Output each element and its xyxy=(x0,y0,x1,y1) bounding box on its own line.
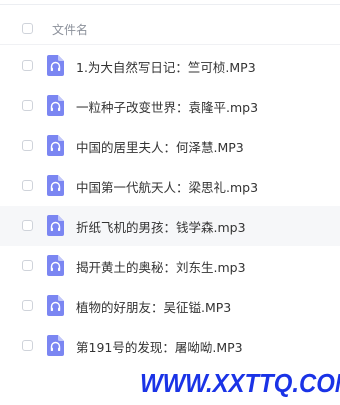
file-row-checkbox[interactable] xyxy=(22,140,33,151)
top-divider xyxy=(0,4,340,5)
audio-file-icon xyxy=(47,255,64,276)
file-row-checkbox[interactable] xyxy=(22,260,33,271)
file-row-checkbox[interactable] xyxy=(22,60,33,71)
file-name[interactable]: 植物的好朋友：吴征镒.MP3 xyxy=(76,297,231,316)
file-row-checkbox[interactable] xyxy=(22,340,33,351)
file-row[interactable]: 揭开黄土的奥秘：刘东生.mp3 xyxy=(0,246,340,286)
audio-file-icon xyxy=(47,135,64,156)
audio-file-icon xyxy=(47,335,64,356)
file-name[interactable]: 1.为大自然写日记：竺可桢.MP3 xyxy=(76,57,256,76)
file-name[interactable]: 一粒种子改变世界：袁隆平.mp3 xyxy=(76,97,258,116)
file-name[interactable]: 第191号的发现：屠呦呦.MP3 xyxy=(76,337,243,356)
watermark-text: WWW.XXTTQ.COM xyxy=(140,368,340,398)
file-row-checkbox[interactable] xyxy=(22,220,33,231)
file-row[interactable]: 一粒种子改变世界：袁隆平.mp3 xyxy=(0,86,340,126)
file-row[interactable]: 1.为大自然写日记：竺可桢.MP3 xyxy=(0,46,340,86)
audio-file-icon xyxy=(47,175,64,196)
file-name[interactable]: 中国的居里夫人：何泽慧.MP3 xyxy=(76,137,244,156)
file-row[interactable]: 第191号的发现：屠呦呦.MP3 xyxy=(0,326,340,366)
file-row-checkbox[interactable] xyxy=(22,100,33,111)
file-row-checkbox[interactable] xyxy=(22,300,33,311)
audio-file-icon xyxy=(47,55,64,76)
audio-file-icon xyxy=(47,95,64,116)
file-name[interactable]: 中国第一代航天人：梁思礼.mp3 xyxy=(76,177,258,196)
audio-file-icon xyxy=(47,295,64,316)
file-name[interactable]: 折纸飞机的男孩：钱学森.mp3 xyxy=(76,217,246,236)
file-row[interactable]: 中国第一代航天人：梁思礼.mp3 xyxy=(0,166,340,206)
select-all-checkbox[interactable] xyxy=(22,23,33,34)
file-row-checkbox[interactable] xyxy=(22,180,33,191)
file-row[interactable]: 中国的居里夫人：何泽慧.MP3 xyxy=(0,126,340,166)
file-row[interactable]: 植物的好朋友：吴征镒.MP3 xyxy=(0,286,340,326)
file-list-header: 文件名 xyxy=(0,14,340,45)
audio-file-icon xyxy=(47,215,64,236)
file-name[interactable]: 揭开黄土的奥秘：刘东生.mp3 xyxy=(76,257,246,276)
file-row[interactable]: 折纸飞机的男孩：钱学森.mp3 xyxy=(0,206,340,246)
column-header-filename[interactable]: 文件名 xyxy=(52,21,88,38)
